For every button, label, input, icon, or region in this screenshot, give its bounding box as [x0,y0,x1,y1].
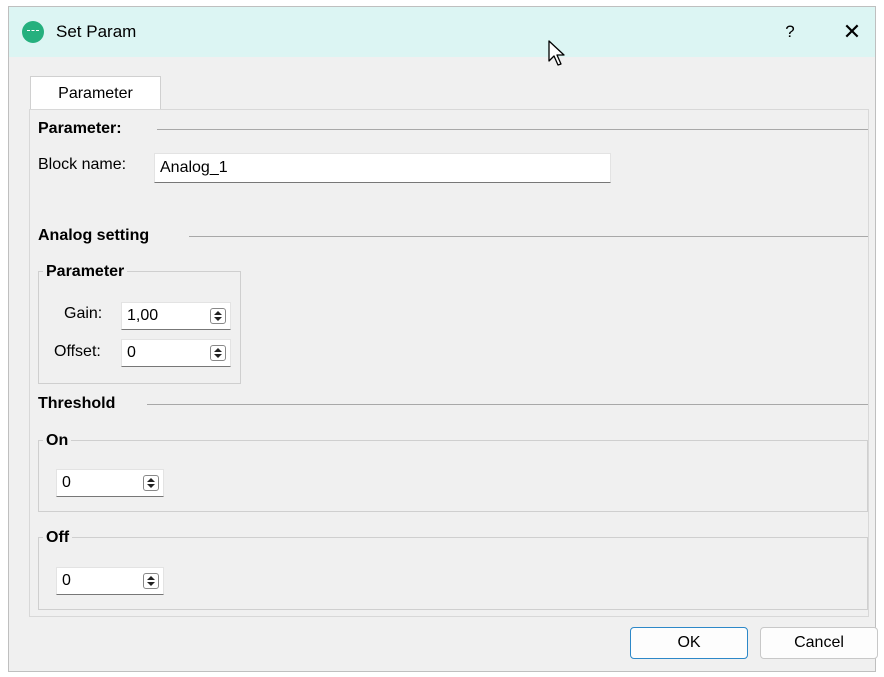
tab-panel: Parameter: Block name: Analog_1 Analog s… [29,109,869,617]
threshold-on-spin-arrows-icon[interactable] [143,475,159,491]
threshold-on-group: On 0 [38,432,868,512]
threshold-off-group: Off 0 [38,529,868,610]
threshold-off-spinbox[interactable]: 0 [56,567,164,595]
gain-value: 1,00 [127,307,159,324]
offset-value: 0 [127,344,136,361]
analog-setting-title: Analog setting [38,227,150,244]
analog-parameter-group: Parameter Gain: 1,00 Offset: 0 [38,263,241,384]
tab-parameter[interactable]: Parameter [30,76,161,110]
ok-button[interactable]: OK [630,627,748,659]
parameter-section-title: Parameter: [38,120,122,137]
window-title: Set Param [56,22,137,41]
title-bar: Set Param ? ✕ [9,7,875,57]
block-name-input[interactable]: Analog_1 [154,153,611,183]
analog-setting-divider [189,236,868,237]
parameter-section-divider [157,129,868,130]
cancel-button[interactable]: Cancel [760,627,878,659]
close-button[interactable]: ✕ [835,15,869,49]
threshold-off-value: 0 [62,572,71,589]
gain-label: Gain: [64,305,103,322]
threshold-off-title: Off [43,529,73,547]
offset-spinbox[interactable]: 0 [121,339,231,367]
mouse-cursor-icon [548,40,565,66]
threshold-divider [147,404,868,405]
offset-label: Offset: [54,343,101,360]
analog-parameter-group-title: Parameter [43,263,128,281]
block-name-label: Block name: [38,156,127,173]
set-param-dialog: Set Param ? ✕ Parameter Parameter: Block… [8,6,878,672]
app-icon [22,21,44,43]
threshold-on-title: On [43,432,72,450]
threshold-on-value: 0 [62,474,71,491]
threshold-off-spin-arrows-icon[interactable] [143,573,159,589]
offset-spin-arrows-icon[interactable] [210,345,226,361]
gain-spin-arrows-icon[interactable] [210,308,226,324]
help-button[interactable]: ? [773,15,807,49]
threshold-title: Threshold [38,395,116,412]
threshold-on-spinbox[interactable]: 0 [56,469,164,497]
gain-spinbox[interactable]: 1,00 [121,302,231,330]
